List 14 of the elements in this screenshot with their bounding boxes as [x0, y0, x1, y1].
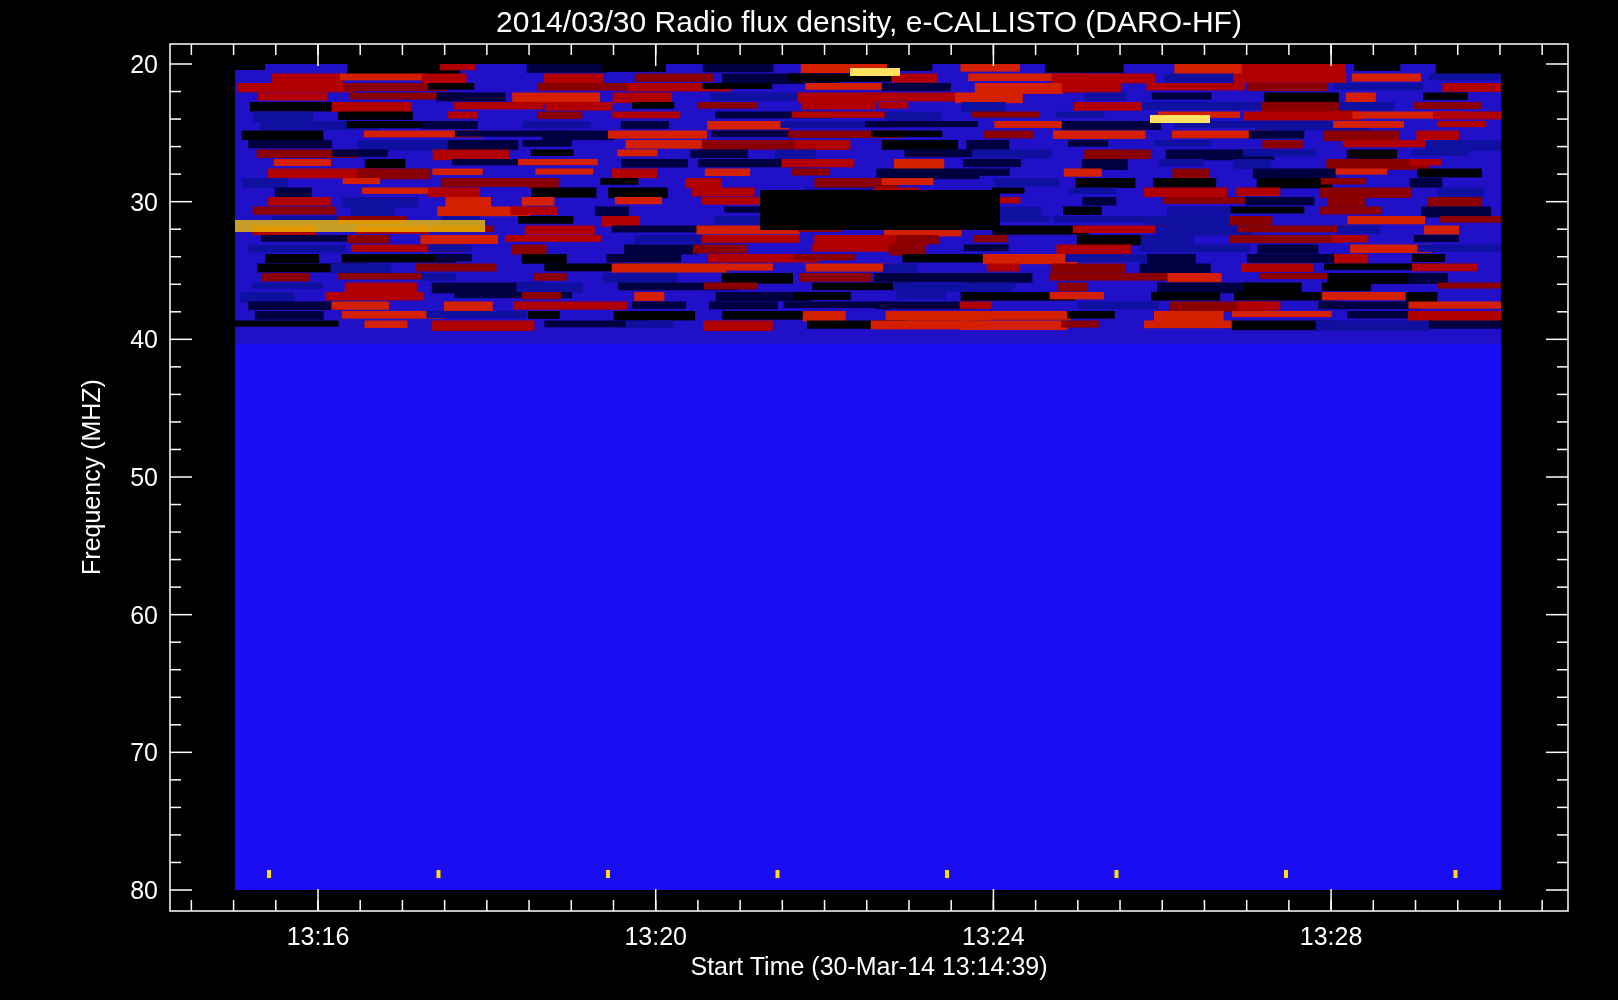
y-tick-label: 60 — [130, 600, 158, 629]
x-tick-label: 13:20 — [624, 922, 687, 950]
y-tick-label: 70 — [130, 738, 158, 767]
y-tick-label: 20 — [130, 50, 158, 78]
chart-title: 2014/03/30 Radio flux density, e-CALLISTO (DARO-HF) — [496, 5, 1242, 38]
y-axis-label: Frequency (MHZ) — [77, 379, 105, 575]
y-tick-label: 30 — [130, 187, 158, 216]
y-tick-label: 50 — [130, 463, 158, 491]
x-axis-label: Start Time (30-Mar-14 13:14:39) — [690, 952, 1048, 980]
x-tick-label: 13:28 — [1299, 922, 1363, 950]
y-tick-label: 80 — [130, 876, 158, 904]
y-tick-label: 40 — [130, 325, 158, 354]
x-tick-label: 13:16 — [286, 922, 350, 950]
x-tick-label: 13:24 — [962, 922, 1025, 950]
